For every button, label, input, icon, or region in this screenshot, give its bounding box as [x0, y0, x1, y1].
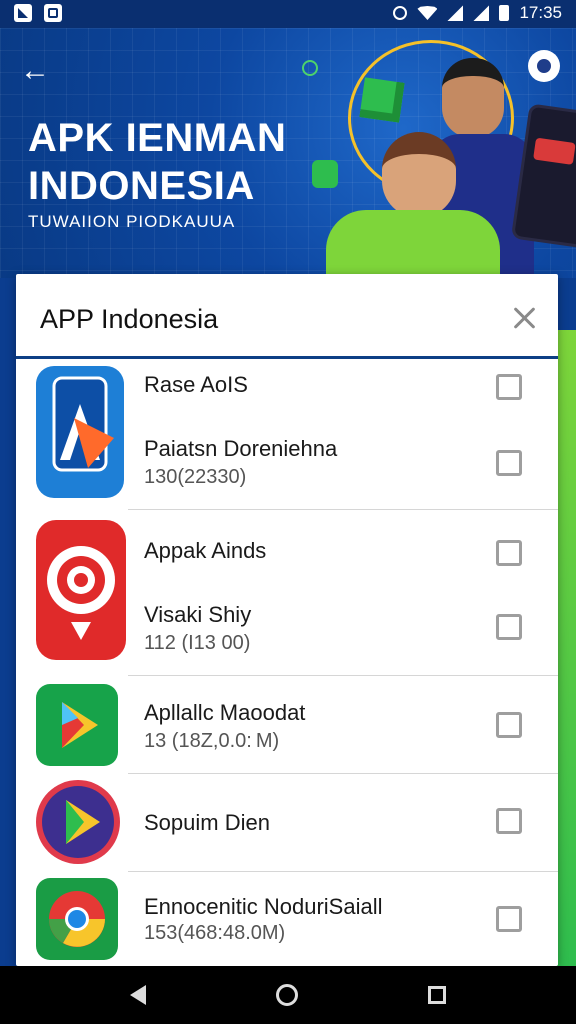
blue-a-app-icon: [36, 366, 124, 498]
app-checkbox[interactable]: [496, 450, 522, 476]
list-item[interactable]: Apllallc Maoodat 13 (18Z,0.0: M): [16, 676, 558, 774]
list-item[interactable]: Rase AoIS Paiatsn Doreniehna 130(22330): [16, 358, 558, 510]
alarm-icon: [393, 6, 408, 20]
app-name: Appak Ainds: [144, 538, 267, 563]
app-name: Ennocenitic NoduriSaiall: [144, 894, 383, 919]
banner-title: APK IENMAN INDONESIA: [28, 116, 287, 208]
banner-subtitle: TUWAIION PIODKAUUA: [28, 212, 236, 231]
dialog-header: APP Indonesia: [16, 274, 558, 359]
play-store-icon: [36, 684, 118, 766]
app-name: Visaki Shiy: [144, 602, 252, 627]
app-name: Rase AoIS: [144, 372, 248, 397]
list-item[interactable]: Ennocenitic NoduriSaiall 153(468:48.0M): [16, 872, 558, 966]
nav-home-icon[interactable]: [276, 984, 298, 1006]
gallery-notification-icon: [44, 4, 62, 22]
app-checkbox[interactable]: [496, 614, 522, 640]
side-accent-stripe: [556, 330, 576, 970]
app-name: Apllallc Maoodat: [144, 700, 306, 725]
list-item[interactable]: Appak Ainds Visaki Shiy 112 (I13 00): [16, 510, 558, 676]
help-icon[interactable]: [528, 50, 560, 82]
app-size: 130(22330): [144, 466, 247, 488]
promo-banner: ← APK IENMAN INDONESIA TUWAIION PIODKAUU…: [0, 28, 576, 278]
app-checkbox[interactable]: [496, 712, 522, 738]
woman-illustration: [318, 118, 500, 278]
back-arrow-icon[interactable]: ←: [20, 56, 54, 86]
app-checkbox[interactable]: [496, 374, 522, 400]
app-size: 112 (I13 00): [144, 632, 251, 654]
app-checkbox[interactable]: [496, 808, 522, 834]
app-name: Paiatsn Doreniehna: [144, 436, 338, 461]
dialog-title: APP Indonesia: [40, 304, 219, 334]
signal-icon-2: [473, 5, 490, 21]
close-icon[interactable]: [512, 306, 536, 330]
nav-recents-icon[interactable]: [428, 986, 446, 1004]
nav-back-icon[interactable]: [130, 985, 146, 1005]
app-selection-dialog: APP Indonesia Rase AoIS Paiatsn Dorenieh…: [16, 274, 558, 966]
notification-icon: [14, 4, 32, 22]
wifi-icon: [417, 6, 438, 20]
status-time: 17:35: [519, 3, 562, 22]
app-checkbox[interactable]: [496, 906, 522, 932]
status-bar: 17:35: [0, 0, 576, 28]
battery-icon: [499, 5, 510, 21]
app-name: Sopuim Dien: [144, 810, 270, 835]
app-checkbox[interactable]: [496, 540, 522, 566]
play-circle-icon: [36, 780, 120, 864]
chrome-icon: [36, 878, 118, 960]
app-size: 153(468:48.0M): [144, 922, 286, 944]
signal-icon: [447, 5, 464, 21]
red-target-app-icon: [36, 520, 126, 660]
app-size: 13 (18Z,0.0: M): [144, 730, 280, 752]
green-cube-icon: [359, 77, 405, 123]
ring-dot-decoration: [302, 60, 318, 76]
list-item[interactable]: Sopuim Dien: [16, 774, 558, 872]
navigation-bar: [0, 966, 576, 1024]
